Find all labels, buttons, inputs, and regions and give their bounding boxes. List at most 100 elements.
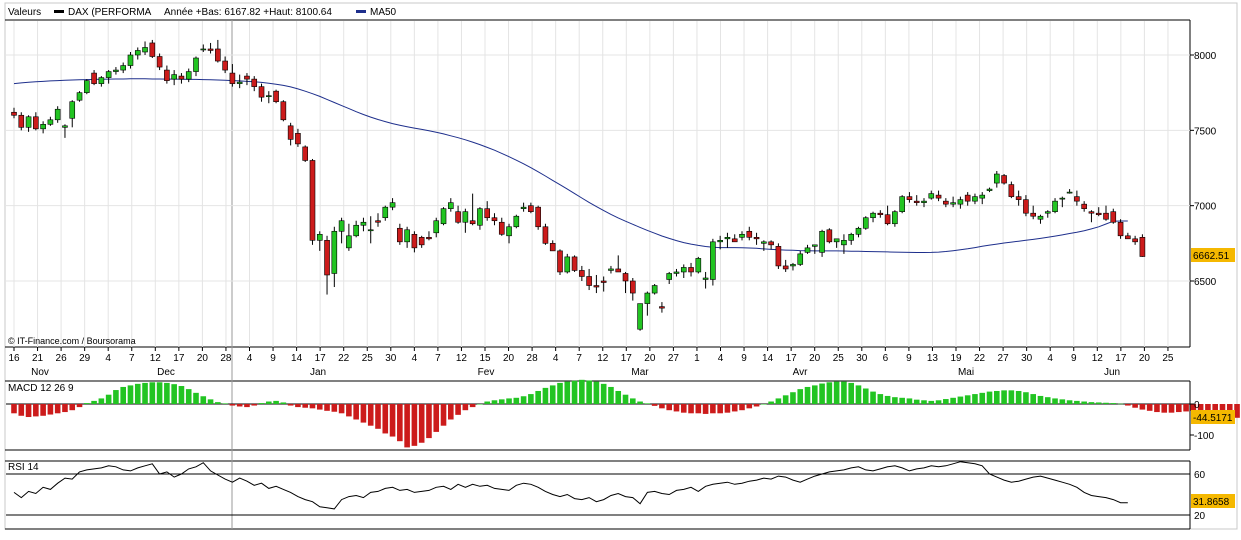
macd-bar	[1023, 392, 1029, 404]
macd-bar	[1001, 390, 1007, 404]
candle-body-up	[338, 220, 345, 232]
candle-body-up	[855, 227, 862, 235]
candle-body-down	[244, 75, 250, 80]
candle-body-up	[862, 217, 869, 229]
dax-chart: 16 21 26 29 4 7 12 17 20 28 4 9 14 17 22 25 30 4 7 12 15 20 28…	[0, 0, 1241, 535]
x-tick-label: 7	[129, 353, 135, 364]
macd-bar	[40, 404, 46, 416]
macd-bar	[164, 382, 170, 404]
macd-bar	[564, 381, 571, 404]
candle	[637, 303, 643, 331]
x-tick-label: 4	[105, 353, 111, 364]
macd-bar	[870, 391, 876, 404]
candle-body-down	[33, 116, 39, 130]
candle-body-down	[782, 265, 789, 270]
candle-body-down	[498, 221, 505, 235]
macd-bar	[775, 398, 782, 404]
macd-bar	[855, 385, 862, 404]
x-tick-label: 4	[247, 353, 253, 364]
macd-bar	[819, 383, 825, 404]
candle-body-down	[426, 237, 432, 240]
macd-bar	[426, 404, 432, 439]
macd-bar	[1030, 394, 1036, 404]
candle-body-down	[688, 267, 694, 273]
macd-bar	[105, 394, 112, 404]
price-tick-label: 7000	[1194, 202, 1217, 213]
candle-body-down	[258, 86, 265, 98]
candle-body-down	[622, 273, 629, 282]
candle-body-up	[833, 238, 840, 243]
candle-body-up	[710, 241, 716, 280]
macd-bar	[768, 401, 774, 404]
candle-body-up	[382, 206, 389, 219]
legend-ma-label: MA50	[370, 7, 397, 18]
candle-body-down	[753, 237, 760, 240]
candle-body-up	[84, 80, 90, 93]
candle-body-down	[943, 200, 949, 205]
macd-bar	[193, 392, 199, 404]
macd-bar	[1234, 404, 1240, 418]
candle-body-up	[928, 193, 935, 199]
macd-bar	[782, 395, 789, 404]
candle-body-up	[739, 233, 745, 238]
macd-bar	[972, 394, 978, 404]
candle-body-up	[564, 256, 571, 273]
x-tick-label: 28	[220, 353, 232, 364]
candle-body-down	[287, 125, 294, 140]
macd-bar	[338, 404, 345, 414]
candle-body-down	[215, 48, 221, 62]
candle-body-down	[1015, 196, 1022, 200]
candle-body-down	[295, 133, 301, 145]
candle	[535, 205, 541, 230]
macd-bar	[440, 404, 447, 426]
macd-bar	[1037, 395, 1044, 404]
macd-bar	[535, 390, 541, 404]
macd-bar	[47, 404, 54, 415]
candle-body-down	[280, 101, 287, 121]
x-tick-label: 4	[1047, 353, 1053, 364]
macd-bar	[484, 401, 490, 404]
candle-body-up	[724, 237, 731, 240]
macd-bar	[353, 404, 359, 420]
candle-body-up	[404, 229, 410, 243]
macd-bar	[418, 404, 425, 443]
macd-bar	[1125, 404, 1131, 406]
candle-body-down	[1008, 184, 1015, 197]
candle-body-down	[884, 214, 891, 225]
macd-bar	[1146, 404, 1153, 411]
macd-bar	[113, 390, 119, 404]
candle-body-up	[797, 253, 804, 265]
candle-body-up	[506, 226, 512, 237]
candle-body-up	[236, 81, 243, 84]
x-tick-label: 12	[597, 353, 609, 364]
candle-body-up	[804, 247, 811, 253]
macd-bar	[892, 397, 898, 404]
candle-body-down	[586, 276, 592, 286]
candle-body-up	[841, 240, 847, 246]
macd-bar	[1117, 403, 1124, 405]
x-tick-label: 25	[833, 353, 845, 364]
candle-body-up	[811, 244, 818, 247]
macd-bar	[1139, 404, 1146, 410]
candle	[695, 256, 702, 274]
macd-bar	[731, 404, 738, 412]
candle-body-down	[913, 200, 920, 203]
macd-bar	[884, 395, 891, 404]
candle	[1139, 234, 1146, 257]
macd-bar	[950, 397, 956, 404]
macd-bar	[462, 404, 469, 411]
macd-bar	[171, 384, 177, 404]
macd-bar	[906, 398, 913, 404]
candle-body-down	[251, 78, 258, 87]
macd-bar	[215, 402, 221, 404]
x-tick-label: 29	[79, 353, 91, 364]
macd-bar	[630, 398, 636, 404]
macd-bar	[680, 404, 687, 413]
month-label: Mai	[958, 367, 974, 378]
candle-body-up	[171, 74, 177, 80]
candle	[280, 100, 287, 122]
macd-bar	[812, 385, 818, 404]
macd-bar	[710, 404, 716, 414]
candle-body-down	[659, 306, 665, 309]
x-tick-label: 17	[315, 353, 327, 364]
